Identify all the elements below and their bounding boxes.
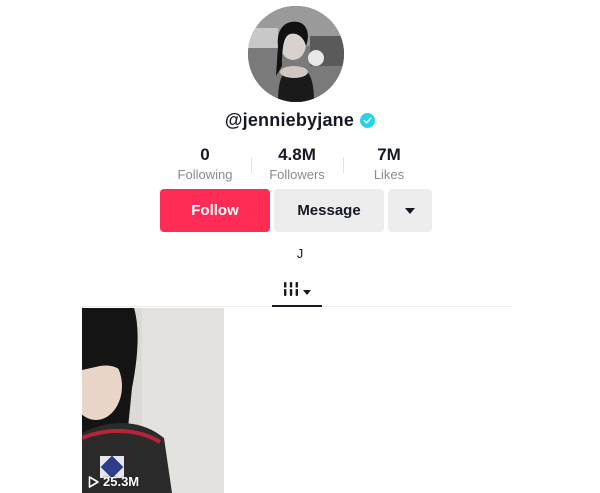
profile-stats: 0 Following 4.8M Followers 7M Likes	[160, 145, 440, 185]
caret-down-icon	[405, 202, 415, 219]
profile-page: @jenniebyjane 0 Following 4.8M Followers…	[0, 0, 600, 493]
video-thumbnail[interactable]: 25.3M	[82, 308, 224, 493]
stat-followers[interactable]: 4.8M Followers	[252, 145, 342, 184]
stat-likes: 7M Likes	[344, 145, 434, 184]
play-icon	[88, 475, 99, 488]
profile-bio: J	[296, 246, 304, 261]
videos-grid-icon	[283, 281, 299, 302]
stat-label: Likes	[373, 167, 405, 182]
profile-handle: @jenniebyjane	[224, 110, 355, 130]
caret-down-icon	[303, 282, 311, 300]
stat-following[interactable]: 0 Following	[160, 145, 250, 184]
stat-label: Followers	[269, 167, 325, 182]
stat-value: 7M	[377, 145, 401, 164]
tab-videos[interactable]	[272, 276, 322, 306]
content-tabs	[82, 276, 512, 307]
message-button[interactable]: Message	[274, 189, 384, 232]
follow-button[interactable]: Follow	[160, 189, 270, 232]
view-count-text: 25.3M	[103, 474, 140, 489]
active-tab-indicator	[272, 305, 322, 307]
more-options-button[interactable]	[388, 189, 432, 232]
stat-value: 0	[200, 145, 210, 164]
profile-avatar[interactable]	[248, 6, 344, 102]
video-view-count: 25.3M	[88, 474, 139, 489]
stat-value: 4.8M	[278, 145, 316, 164]
stat-label: Following	[177, 167, 233, 182]
handle-row: @jenniebyjane	[0, 110, 600, 131]
verified-badge-icon	[360, 113, 376, 128]
